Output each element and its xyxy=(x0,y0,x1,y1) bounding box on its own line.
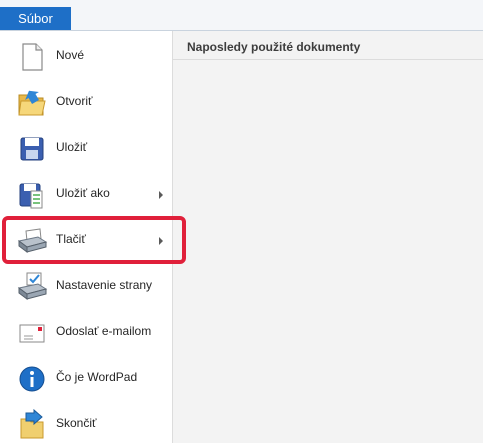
exit-icon xyxy=(16,409,48,441)
file-tab[interactable]: Súbor xyxy=(0,7,71,30)
save-as-icon xyxy=(16,179,48,211)
menu-item-label: Otvoriť xyxy=(56,94,93,108)
menu-item-new[interactable]: Nové xyxy=(0,37,172,77)
menu-item-send-email[interactable]: Odoslať e-mailom xyxy=(0,313,172,353)
new-document-icon xyxy=(16,41,48,73)
menu-item-open[interactable]: Otvoriť xyxy=(0,83,172,123)
save-disk-icon xyxy=(16,133,48,165)
recent-documents-title: Naposledy použité dokumenty xyxy=(187,40,361,54)
menu-item-save-as[interactable]: Uložiť ako xyxy=(0,175,172,215)
print-highlight-annotation xyxy=(2,216,186,264)
menu-item-label: Čo je WordPad xyxy=(56,370,138,384)
info-icon xyxy=(16,363,48,395)
ribbon-header: Súbor xyxy=(0,0,483,31)
menu-item-label: Odoslať e-mailom xyxy=(56,324,152,338)
menu-item-label: Skončiť xyxy=(56,416,97,430)
menu-item-page-setup[interactable]: Nastavenie strany xyxy=(0,267,172,307)
open-folder-icon xyxy=(16,87,48,119)
divider xyxy=(173,59,483,60)
menu-item-about[interactable]: Čo je WordPad xyxy=(0,359,172,399)
menu-item-label: Nastavenie strany xyxy=(56,278,153,292)
menu-item-save[interactable]: Uložiť xyxy=(0,129,172,169)
recent-documents-panel: Naposledy použité dokumenty xyxy=(173,31,483,443)
page-setup-icon xyxy=(16,271,48,303)
menu-item-label: Uložiť ako xyxy=(56,186,110,200)
email-envelope-icon xyxy=(16,317,48,349)
submenu-arrow-icon xyxy=(159,191,163,199)
menu-item-label: Nové xyxy=(56,48,85,62)
menu-item-label: Uložiť xyxy=(56,140,88,154)
menu-item-exit[interactable]: Skončiť xyxy=(0,405,172,445)
